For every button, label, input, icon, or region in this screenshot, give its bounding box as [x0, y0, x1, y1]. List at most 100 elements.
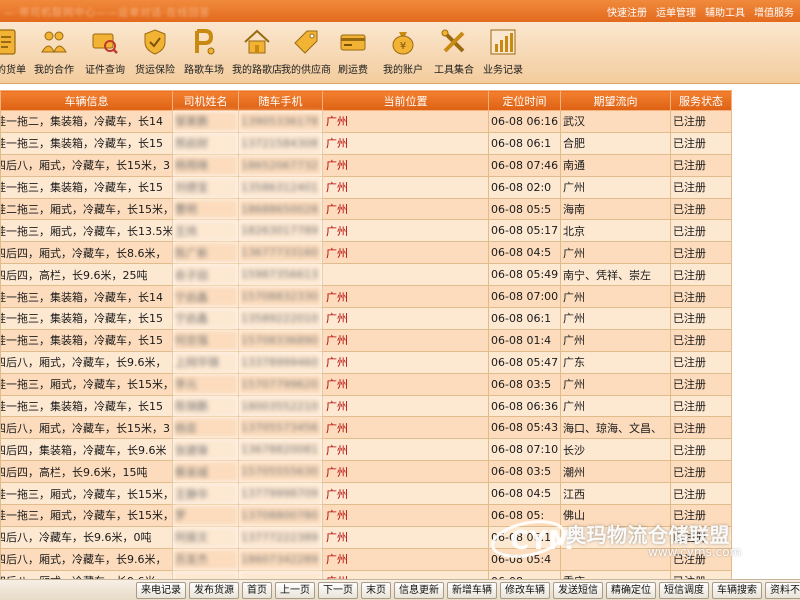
- toolbar-id-query[interactable]: 证件查询: [85, 27, 125, 76]
- cell-locate-time: 06-08 05:4: [488, 547, 561, 571]
- cell-direction: 广州: [560, 394, 671, 418]
- table-row[interactable]: 四后八，厢式，冷藏车，长9.6米， 上网华锦 13378999460 广州 06-08 …: [0, 350, 732, 374]
- money-bag-icon: ¥: [388, 27, 418, 57]
- table-row[interactable]: 挂一拖三，集装箱，冷藏车，长15 宁启鑫 13589222010 广州 06-08 06…: [0, 307, 732, 330]
- toolbar-my-account[interactable]: ¥ 我的账户: [383, 27, 423, 76]
- table-row[interactable]: 挂一拖三，集装箱，冷藏车，长15 何忠强 15708336890 广州 06-08 01…: [0, 328, 732, 352]
- cell-mobile: 13905336178: [238, 110, 323, 133]
- cell-driver-name: 蔡易城: [172, 460, 239, 484]
- toolbar-insurance[interactable]: 货运保险: [135, 27, 175, 76]
- table-header-row: 车辆信息 司机姓名 随车手机 当前位置 定位时间 期望流向 服务状态: [0, 90, 732, 111]
- top-link-register[interactable]: 快速注册: [607, 4, 647, 19]
- column-header-direction[interactable]: 期望流向: [560, 90, 671, 111]
- cell-direction: 广东: [560, 350, 671, 374]
- send-sms-button[interactable]: 发送短信: [553, 581, 603, 599]
- toolbar-label: 路歌车场: [184, 65, 224, 76]
- cell-locate-time: 06-08 06:1: [488, 307, 561, 330]
- cell-location: 广州: [322, 482, 489, 506]
- cell-direction: 合肥: [560, 131, 671, 155]
- first-page-button[interactable]: 首页: [242, 581, 272, 599]
- table-row[interactable]: 挂一拖三，集装箱，冷藏车，长14 宁启鑫 15708832330 广州 06-08 07…: [0, 285, 732, 309]
- cell-locate-time: 06-08 06:16: [488, 110, 561, 133]
- table-row[interactable]: 四后四，高栏，长9.6米，15吨 蔡易城 15705555630 广州 06-08 03…: [0, 460, 732, 484]
- call-log-button[interactable]: 来电记录: [136, 581, 186, 599]
- cell-driver-name: 杨雨晓: [172, 153, 239, 177]
- prev-page-button[interactable]: 上一页: [275, 581, 315, 599]
- table-row[interactable]: 四后四，高栏，长9.6米，25吨 俞子田 15987356613 06-08 05:4…: [0, 263, 732, 287]
- update-info-button[interactable]: 信息更新: [394, 581, 444, 599]
- top-link-services[interactable]: 增值服务: [754, 4, 794, 19]
- precise-locate-button[interactable]: 精确定位: [606, 581, 656, 599]
- table-row[interactable]: 四后八，冷藏车，长9.6米，0吨 阿振文 13777222389 广州 06-08 06…: [0, 525, 732, 549]
- table-row[interactable]: 四后四，集装箱，冷藏车，长9.6米 张建锋 13678820081 广州 06-08 0…: [0, 438, 732, 462]
- publish-cargo-button[interactable]: 发布货源: [189, 581, 239, 599]
- cell-status: 已注册: [670, 525, 732, 549]
- cell-location: 广州: [322, 307, 489, 330]
- cell-driver-name: 上网华锦: [172, 350, 239, 374]
- cell-locate-time: 06-08 07:00: [488, 285, 561, 309]
- cell-status: 已注册: [670, 131, 732, 155]
- incomplete-info-button[interactable]: 资料不全: [765, 581, 800, 599]
- cell-driver-name: 何忠强: [172, 328, 239, 352]
- toolbar-label: 我的路歌店: [232, 65, 282, 76]
- table-row[interactable]: 挂一拖三，厢式，冷藏车，长13.5米 王炜 18263017789 广州 06-08 0…: [0, 219, 732, 243]
- cell-locate-time: 06-08 07:46: [488, 153, 561, 177]
- cell-mobile: 15987356613: [238, 263, 323, 287]
- cell-location: 广州: [322, 504, 489, 527]
- top-link-tools[interactable]: 辅助工具: [705, 4, 745, 19]
- next-page-button[interactable]: 下一页: [318, 581, 358, 599]
- table-row[interactable]: 四后八，厢式，冷藏车，长9.6米， 苏发杰 18607342289 广州 06-08 0…: [0, 547, 732, 571]
- toolbar-my-partners[interactable]: 我的合作: [34, 27, 74, 76]
- toolbar-my-supplier[interactable]: 我的供应商: [281, 27, 331, 76]
- cell-vehicle-info: 挂一拖三，集装箱，冷藏车，长15: [0, 131, 173, 155]
- cell-mobile: 13586312401: [238, 175, 323, 199]
- card-icon: [338, 27, 368, 57]
- last-page-button[interactable]: 末页: [361, 581, 391, 599]
- toolbar-label: 刷运费: [338, 65, 368, 76]
- cell-status: 已注册: [670, 153, 732, 177]
- sms-dispatch-button[interactable]: 短信调度: [659, 581, 709, 599]
- table-row[interactable]: 挂一拖三，厢式，冷藏车，长15米，罗 13708800780 广州 06-08 05:…: [0, 504, 732, 527]
- add-vehicle-button[interactable]: 新增车辆: [447, 581, 497, 599]
- toolbar-label: 我的货单: [0, 65, 26, 76]
- table-row[interactable]: 四后八，厢式，冷藏车，长15米，3 杨亚 13705573456 广州 06-08 05…: [0, 416, 732, 440]
- table-row[interactable]: 挂一拖三，厢式，冷藏车，长15米， 王静华 13779998709 广州 06-08 0…: [0, 482, 732, 506]
- cell-locate-time: 06-08 05:47: [488, 350, 561, 374]
- table-row[interactable]: 挂一拖三，集装箱，冷藏车，长15 邢启财 13721584308 广州 06-08 06…: [0, 131, 732, 155]
- column-header-status[interactable]: 服务状态: [670, 90, 732, 111]
- cell-location: 广州: [322, 460, 489, 484]
- column-header-vehicle-info[interactable]: 车辆信息: [0, 90, 173, 111]
- table-row[interactable]: 挂一拖三，集装箱，冷藏车，长15 刘德宝 13586312401 广州 06-08 02…: [0, 175, 732, 199]
- table-row[interactable]: 挂一拖三，厢式，冷藏车，长15米， 李元 15707799620 广州 06-08 03…: [0, 372, 732, 396]
- column-header-mobile[interactable]: 随车手机: [238, 90, 323, 111]
- toolbar-my-waybill[interactable]: 我的货单: [0, 27, 26, 76]
- cell-location: 广州: [322, 525, 489, 549]
- table-row[interactable]: 四后八，厢式，冷藏车，长15米，3 杨雨晓 18652067732 广州 06-08 0…: [0, 153, 732, 177]
- toolbar-tool-set[interactable]: 工具集合: [434, 27, 474, 76]
- table-row[interactable]: 四后四，厢式，冷藏车，长8.6米， 陈广新 13677733160 广州 06-08 0…: [0, 241, 732, 265]
- cell-driver-name: 刘德宝: [172, 175, 239, 199]
- cell-mobile: 13708800780: [238, 504, 323, 527]
- cell-mobile: 13779998709: [238, 482, 323, 506]
- column-header-locate-time[interactable]: 定位时间: [488, 90, 561, 111]
- svg-text:¥: ¥: [400, 41, 406, 52]
- table-row[interactable]: 挂一拖二，集装箱，冷藏车，长14 邹某鹏 13905336178 广州 06-08 06…: [0, 110, 732, 133]
- cell-driver-name: 张建锋: [172, 438, 239, 462]
- cell-driver-name: 曹明: [172, 197, 239, 221]
- cell-direction: 潮州: [560, 460, 671, 484]
- toolbar-lorry-yard[interactable]: 路歌车场: [184, 27, 224, 76]
- cell-direction: 北京: [560, 219, 671, 243]
- table-row[interactable]: 挂二拖三，厢式，冷藏车，长15米， 曹明 18688650028 广州 06-08 05…: [0, 197, 732, 221]
- cell-status: 已注册: [670, 175, 732, 199]
- toolbar-business-log[interactable]: 业务记录: [483, 27, 523, 76]
- column-header-location[interactable]: 当前位置: [322, 90, 489, 111]
- vehicle-search-button[interactable]: 车辆搜索: [712, 581, 762, 599]
- toolbar-pay-freight[interactable]: 刷运费: [338, 27, 368, 76]
- cell-vehicle-info: 四后四，集装箱，冷藏车，长9.6米: [0, 438, 173, 462]
- column-header-driver-name[interactable]: 司机姓名: [172, 90, 239, 111]
- edit-vehicle-button[interactable]: 修改车辆: [500, 581, 550, 599]
- cell-status: 已注册: [670, 416, 732, 440]
- table-row[interactable]: 挂一拖三，集装箱，冷藏车，长15 陈锦鹏 18003552210 广州 06-08 06…: [0, 394, 732, 418]
- top-link-orders[interactable]: 运单管理: [656, 4, 696, 19]
- toolbar-my-store[interactable]: 我的路歌店: [232, 27, 282, 76]
